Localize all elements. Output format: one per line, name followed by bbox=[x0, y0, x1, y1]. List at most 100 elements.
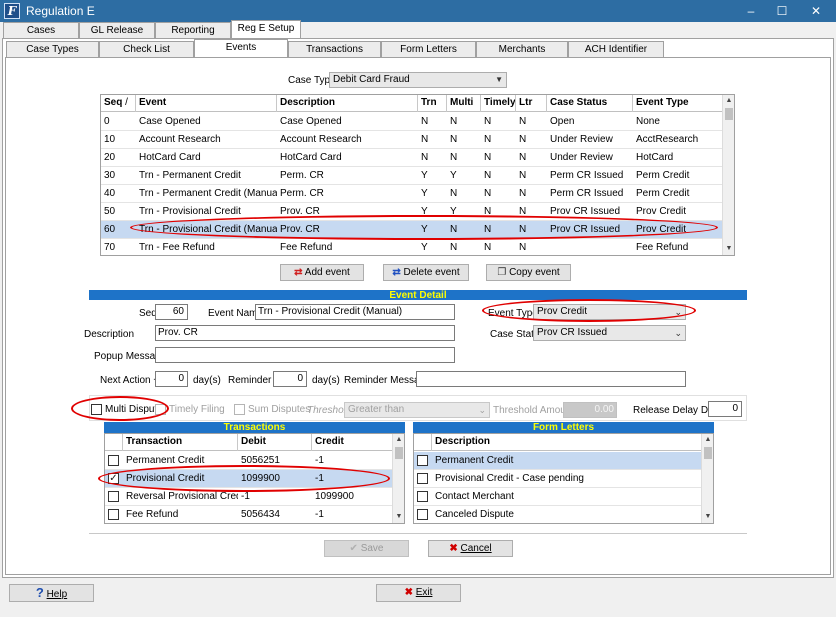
table-row[interactable]: 60 Trn - Provisional Credit (Manual) Prov.… bbox=[101, 221, 722, 239]
scroll-down-icon[interactable]: ▼ bbox=[702, 511, 713, 523]
help-button[interactable]: ? Help bbox=[9, 584, 94, 602]
scroll-up-icon[interactable]: ▲ bbox=[393, 434, 404, 446]
next-action-input[interactable]: 0 bbox=[155, 371, 188, 387]
case-type-select[interactable]: Debit Card Fraud ▼ bbox=[329, 72, 507, 88]
event-type-select[interactable]: Prov Credit ⌄ bbox=[533, 304, 686, 320]
reminder-input[interactable]: 0 bbox=[273, 371, 307, 387]
reminder-message-input[interactable] bbox=[416, 371, 686, 387]
minimize-button[interactable]: – bbox=[736, 2, 766, 20]
cancel-button[interactable]: ✖ Cancel bbox=[428, 540, 513, 557]
timely-filing-checkbox[interactable]: Timely Filing bbox=[155, 403, 225, 415]
row-checkbox[interactable] bbox=[417, 455, 428, 466]
row-checkbox[interactable] bbox=[417, 509, 428, 520]
table-row[interactable]: 0 Case Opened Case Opened N N N N Open None bbox=[101, 113, 722, 131]
transactions-grid[interactable]: Transaction Debit Credit Permanent Credi… bbox=[104, 433, 405, 524]
cell-case-status: Perm CR Issued bbox=[550, 170, 624, 181]
col-event-type[interactable]: Event Type bbox=[633, 95, 722, 112]
delete-event-icon: ⇄ bbox=[392, 267, 401, 278]
table-row[interactable]: 50 Trn - Provisional Credit Prov. CR Y Y N N Pr… bbox=[101, 203, 722, 221]
list-item[interactable]: Contact Merchant bbox=[414, 488, 701, 506]
form-letters-scrollbar[interactable]: ▲ ▼ bbox=[701, 434, 713, 523]
col-transaction[interactable]: Transaction bbox=[123, 434, 238, 451]
subtab-events[interactable]: Events bbox=[194, 39, 288, 57]
close-button[interactable]: ✕ bbox=[801, 2, 831, 20]
table-row[interactable]: 40 Trn - Permanent Credit (Manual) Perm. C… bbox=[101, 185, 722, 203]
events-grid-header: Seq / Event Description Trn Multi Timely… bbox=[101, 95, 722, 112]
col-case-status[interactable]: Case Status bbox=[547, 95, 633, 112]
delete-event-button[interactable]: ⇄ Delete event bbox=[383, 264, 469, 281]
cell-timely: N bbox=[484, 116, 492, 127]
release-delay-days-input[interactable]: 0 bbox=[708, 401, 742, 417]
table-row[interactable]: 10 Account Research Account Research N N N N Un… bbox=[101, 131, 722, 149]
scroll-down-icon[interactable]: ▼ bbox=[723, 243, 734, 255]
col-event[interactable]: Event bbox=[136, 95, 277, 112]
col-seq[interactable]: Seq / bbox=[101, 95, 136, 112]
exit-button[interactable]: ✖ Exit bbox=[376, 584, 461, 602]
col-trn[interactable]: Trn bbox=[418, 95, 447, 112]
row-checkbox[interactable] bbox=[108, 509, 119, 520]
col-debit[interactable]: Debit bbox=[238, 434, 312, 451]
tab-reporting[interactable]: Reporting bbox=[155, 22, 231, 38]
tab-reg-e-setup[interactable]: Reg E Setup bbox=[231, 20, 301, 38]
maximize-button[interactable]: ☐ bbox=[767, 2, 797, 20]
threshold-amount-input[interactable]: 0.00 bbox=[563, 402, 617, 418]
list-item[interactable]: Canceled Dispute bbox=[414, 506, 701, 523]
cell-seq: 20 bbox=[104, 152, 116, 163]
popup-message-input[interactable] bbox=[155, 347, 455, 363]
list-item[interactable]: Permanent Credit bbox=[414, 452, 701, 470]
cell-event-type: AcctResearch bbox=[636, 134, 699, 145]
col-description[interactable]: Description bbox=[277, 95, 418, 112]
subtab-case-types[interactable]: Case Types bbox=[6, 41, 99, 57]
scroll-thumb[interactable] bbox=[395, 447, 403, 459]
table-row[interactable]: Permanent Credit 5056251 -1 bbox=[105, 452, 392, 470]
row-checkbox[interactable] bbox=[417, 473, 428, 484]
threshold-select[interactable]: Greater than ⌄ bbox=[344, 402, 490, 418]
form-letters-grid[interactable]: Description Permanent Credit Provisional … bbox=[413, 433, 714, 524]
scroll-thumb[interactable] bbox=[704, 447, 712, 459]
table-row[interactable]: Fee Refund 5056434 -1 bbox=[105, 506, 392, 523]
table-row[interactable]: 20 HotCard Card HotCard Card N N N N Under Revi… bbox=[101, 149, 722, 167]
description-input[interactable]: Prov. CR bbox=[155, 325, 455, 341]
table-row[interactable]: Reversal Provisional Credit -1 1099900 bbox=[105, 488, 392, 506]
table-row[interactable]: 30 Trn - Permanent Credit Perm. CR Y Y N N Perm… bbox=[101, 167, 722, 185]
table-row[interactable]: 70 Trn - Fee Refund Fee Refund Y N N N Fee Refu… bbox=[101, 239, 722, 255]
chevron-down-icon: ⌄ bbox=[674, 328, 682, 338]
row-checkbox[interactable] bbox=[108, 491, 119, 502]
col-multi[interactable]: Multi bbox=[447, 95, 481, 112]
cell-description: Prov. CR bbox=[280, 224, 320, 235]
cell-timely: N bbox=[484, 242, 492, 253]
events-grid[interactable]: Seq / Event Description Trn Multi Timely… bbox=[100, 94, 735, 256]
copy-event-button[interactable]: ❐ Copy event bbox=[486, 264, 571, 281]
list-item[interactable]: Provisional Credit - Case pending bbox=[414, 470, 701, 488]
transactions-scrollbar[interactable]: ▲ ▼ bbox=[392, 434, 404, 523]
tab-cases[interactable]: Cases bbox=[3, 22, 79, 38]
subtab-transactions[interactable]: Transactions bbox=[288, 41, 381, 57]
col-letter-description[interactable]: Description bbox=[432, 434, 701, 451]
next-action-label: Next Action + bbox=[100, 375, 160, 386]
table-row[interactable]: ✓ Provisional Credit 1099900 -1 bbox=[105, 470, 392, 488]
seq-input[interactable]: 60 bbox=[155, 304, 188, 320]
scroll-up-icon[interactable]: ▲ bbox=[702, 434, 713, 446]
add-event-button[interactable]: ⇄ Add event bbox=[280, 264, 364, 281]
events-grid-scrollbar[interactable]: ▲ ▼ bbox=[722, 95, 734, 255]
save-button[interactable]: ✔ Save bbox=[324, 540, 409, 557]
row-checkbox[interactable] bbox=[417, 491, 428, 502]
subtab-ach-identifier[interactable]: ACH Identifier bbox=[568, 41, 664, 57]
sum-disputes-checkbox[interactable]: Sum Disputes bbox=[234, 403, 310, 415]
scroll-thumb[interactable] bbox=[725, 108, 733, 120]
subtab-check-list[interactable]: Check List bbox=[99, 41, 194, 57]
scroll-up-icon[interactable]: ▲ bbox=[723, 95, 734, 107]
multi-dispute-checkbox[interactable]: Multi Dispute bbox=[91, 403, 163, 415]
scroll-down-icon[interactable]: ▼ bbox=[393, 511, 404, 523]
case-state-select[interactable]: Prov CR Issued ⌄ bbox=[533, 325, 686, 341]
col-credit[interactable]: Credit bbox=[312, 434, 392, 451]
subtab-form-letters[interactable]: Form Letters bbox=[381, 41, 476, 57]
col-timely[interactable]: Timely bbox=[481, 95, 516, 112]
subtab-merchants[interactable]: Merchants bbox=[476, 41, 568, 57]
col-ltr[interactable]: Ltr bbox=[516, 95, 547, 112]
chevron-down-icon: ▼ bbox=[495, 75, 503, 84]
row-checkbox[interactable] bbox=[108, 455, 119, 466]
tab-gl-release[interactable]: GL Release bbox=[79, 22, 155, 38]
event-name-input[interactable]: Trn - Provisional Credit (Manual) bbox=[255, 304, 455, 320]
row-checkbox[interactable]: ✓ bbox=[108, 473, 119, 484]
